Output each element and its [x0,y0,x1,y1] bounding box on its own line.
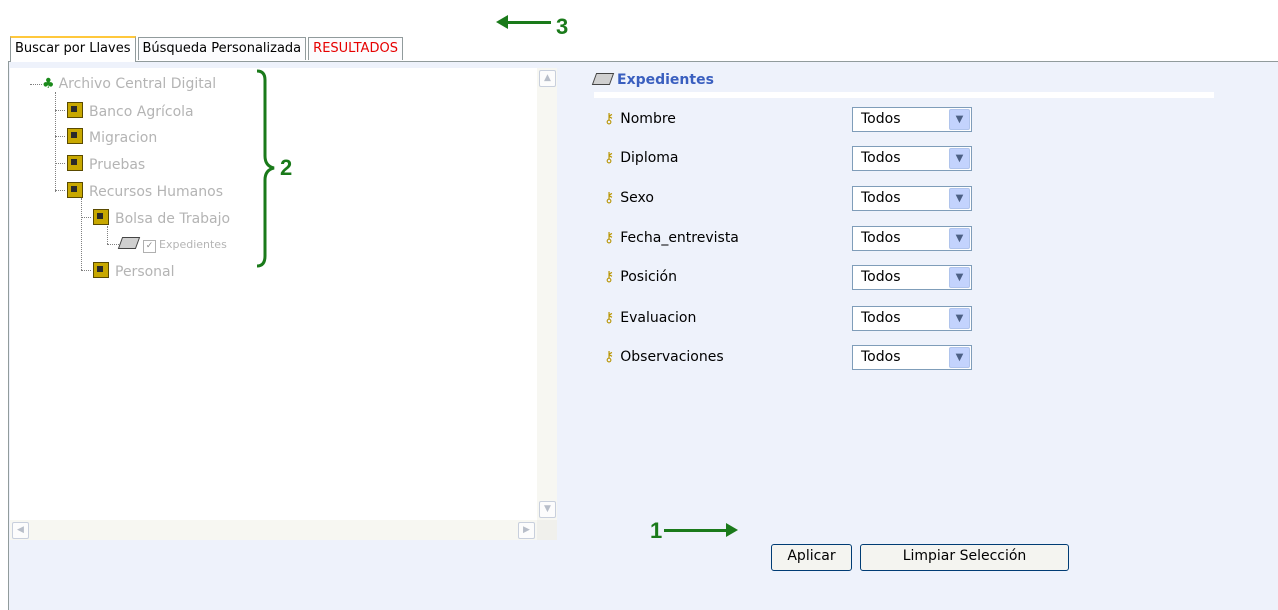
select-value: Todos [861,111,901,127]
brace-icon [256,69,275,268]
select-nombre[interactable]: Todos ▼ [852,107,972,132]
key-icon: ⚷ [604,230,615,246]
cabinet-icon [67,182,83,198]
field-label-text: Evaluacion [620,310,697,326]
tree-node-pruebas[interactable]: Pruebas [67,155,145,173]
tree-node-label: Pruebas [89,157,146,173]
tab-buscar-por-llaves[interactable]: Buscar por Llaves [10,36,136,62]
field-label-text: Fecha_entrevista [620,230,739,246]
select-fecha-entrevista[interactable]: Todos ▼ [852,226,972,251]
chevron-down-icon[interactable]: ▼ [949,308,970,329]
annotation-2: 2 [280,155,293,180]
tree-node-label: Expedientes [159,238,227,251]
tree-node-label: Banco Agrícola [89,104,194,120]
tree-node-label: Archivo Central Digital [58,76,217,92]
section-title-text: Expedientes [617,72,714,88]
select-value: Todos [861,310,901,326]
arrow-left-icon [496,15,508,29]
select-value: Todos [861,349,901,365]
chevron-down-icon[interactable]: ▼ [949,267,970,288]
cabinet-icon [93,209,109,225]
cabinet-icon [67,128,83,144]
field-label-posicion: ⚷ Posición [604,269,677,285]
chevron-down-icon[interactable]: ▼ [949,188,970,209]
tree-node-label: Recursos Humanos [89,184,223,200]
key-icon: ⚷ [604,349,615,365]
select-diploma[interactable]: Todos ▼ [852,146,972,171]
field-label-text: Nombre [620,111,676,127]
tree-node-recursos-humanos[interactable]: Recursos Humanos [67,182,223,200]
select-sexo[interactable]: Todos ▼ [852,186,972,211]
cabinet-icon [93,262,109,278]
field-label-text: Sexo [620,190,654,206]
chevron-down-icon[interactable]: ▼ [949,148,970,169]
field-label-nombre: ⚷ Nombre [604,111,676,127]
key-icon: ⚷ [604,269,615,285]
select-posicion[interactable]: Todos ▼ [852,265,972,290]
annotation-3: 3 [556,14,569,39]
tab-resultados[interactable]: RESULTADOS [308,37,403,60]
select-value: Todos [861,230,901,246]
tree-node-banco-agricola[interactable]: Banco Agrícola [67,102,194,120]
section-title: Expedientes [591,72,714,88]
scroll-right-icon[interactable]: ▶ [518,522,535,539]
annotation-1: 1 [650,518,663,543]
scroll-up-icon[interactable]: ▲ [539,70,556,87]
field-label-text: Diploma [620,150,679,166]
field-label-fecha-entrevista: ⚷ Fecha_entrevista [604,230,739,246]
cabinet-icon [67,102,83,118]
section-underline [594,92,1214,98]
key-icon: ⚷ [604,111,615,127]
tab-strip: Buscar por Llaves Búsqueda Personalizada… [10,36,405,62]
annotation-arrow-3 [503,21,551,24]
key-icon: ⚷ [604,190,615,206]
cabinet-icon [67,155,83,171]
field-label-observaciones: ⚷ Observaciones [604,349,724,365]
tree-node-label: Bolsa de Trabajo [115,211,231,227]
scroll-down-icon[interactable]: ▼ [539,501,556,518]
apply-button[interactable]: Aplicar [771,544,852,571]
key-icon: ⚷ [604,150,615,166]
tree-icon: ♣ [42,76,55,92]
checkbox-icon[interactable]: ✓ [143,240,156,253]
chevron-down-icon[interactable]: ▼ [949,109,970,130]
horizontal-scrollbar[interactable]: ◀ ▶ [10,520,537,540]
key-icon: ⚷ [604,310,615,326]
clear-selection-button[interactable]: Limpiar Selección [860,544,1069,571]
drawer-icon [117,237,141,249]
select-observaciones[interactable]: Todos ▼ [852,345,972,370]
vertical-scrollbar[interactable]: ▲ ▼ [537,68,557,520]
chevron-down-icon[interactable]: ▼ [949,228,970,249]
tree-node-expedientes[interactable]: ✓ Expedientes [117,237,227,253]
tree-node-label: Migracion [89,130,158,146]
tab-busqueda-personalizada[interactable]: Búsqueda Personalizada [137,37,307,60]
chevron-down-icon[interactable]: ▼ [949,347,970,368]
field-label-sexo: ⚷ Sexo [604,190,654,206]
field-label-text: Observaciones [620,349,724,365]
tree-node-migracion[interactable]: Migracion [67,128,157,146]
arrow-right-icon [726,523,738,537]
tree-node-personal[interactable]: Personal [93,262,175,280]
field-label-diploma: ⚷ Diploma [604,150,679,166]
field-label-text: Posición [620,269,677,285]
tree-node-label: Personal [115,264,175,280]
select-evaluacion[interactable]: Todos ▼ [852,306,972,331]
select-value: Todos [861,190,901,206]
field-label-evaluacion: ⚷ Evaluacion [604,310,696,326]
drawer-icon [591,73,615,85]
tree-node-bolsa-de-trabajo[interactable]: Bolsa de Trabajo [93,209,230,227]
select-value: Todos [861,150,901,166]
select-value: Todos [861,269,901,285]
scroll-corner [537,520,557,540]
scroll-left-icon[interactable]: ◀ [12,522,29,539]
annotation-arrow-1 [664,529,728,532]
tree-node-root[interactable]: ♣ Archivo Central Digital [42,76,216,92]
